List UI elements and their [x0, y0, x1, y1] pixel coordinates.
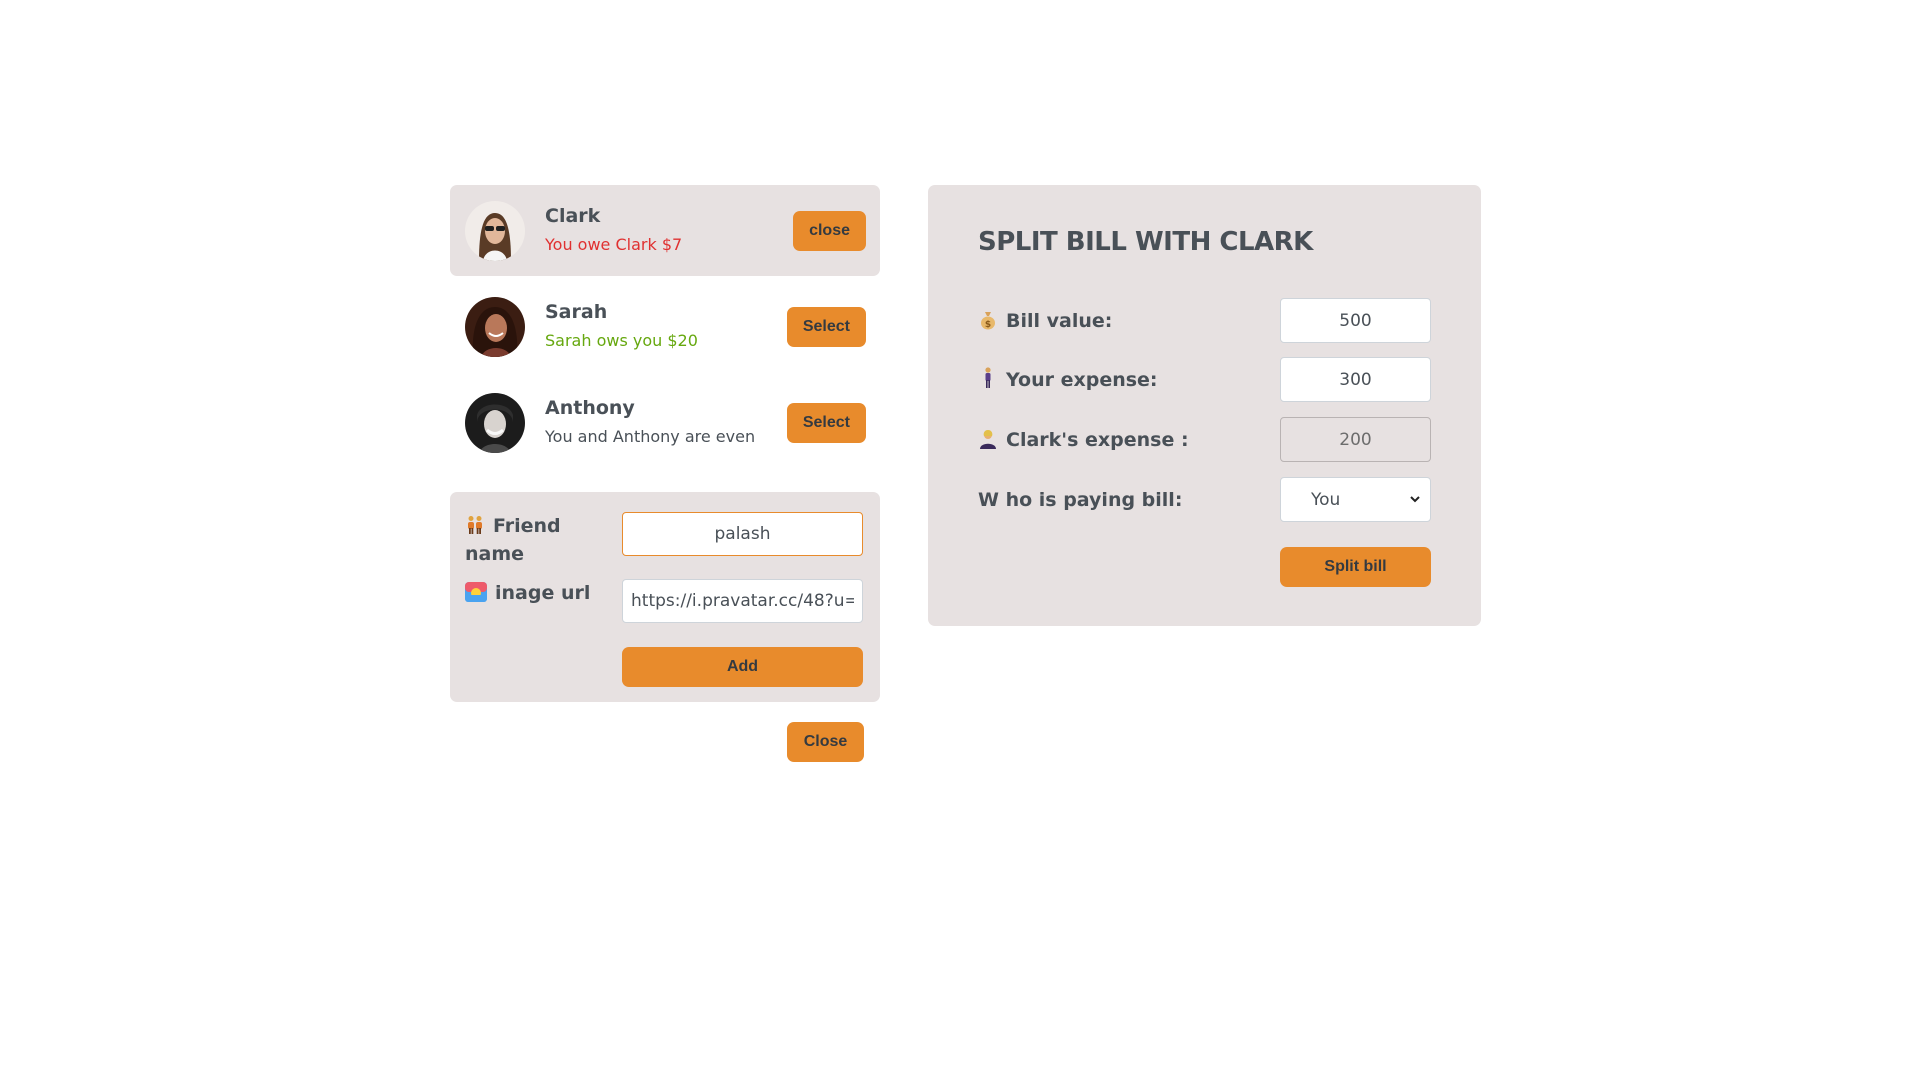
friend-item-sarah: Sarah Sarah ows you $20 Select	[450, 281, 880, 372]
split-title: SPLIT BILL WITH CLARK	[978, 227, 1313, 257]
image-url-label-text: inage url	[495, 582, 591, 604]
your-expense-label: Your expense:	[978, 366, 1158, 394]
avatar-sarah	[465, 296, 525, 357]
split-bill-button[interactable]: Split bill	[1280, 547, 1431, 587]
friend-balance: You owe Clark $7	[545, 235, 683, 254]
friend-name: Clark	[545, 205, 601, 227]
friend-name-input[interactable]	[622, 512, 863, 556]
image-url-input[interactable]	[622, 579, 863, 623]
your-expense-label-text: Your expense:	[1006, 369, 1158, 391]
friend-name-label: Friend name	[465, 512, 615, 568]
money-bag-icon: $	[978, 310, 998, 330]
add-friend-form: Friend name inage url Add	[450, 492, 880, 702]
picture-icon	[465, 582, 487, 602]
close-form-button[interactable]: Close	[787, 722, 864, 762]
bill-value-input[interactable]	[1280, 298, 1431, 343]
friend-balance: You and Anthony are even	[545, 427, 756, 446]
image-url-label: inage url	[465, 579, 590, 607]
select-friend-button[interactable]: Select	[786, 306, 866, 347]
friend-expense-label-text: Clark's expense :	[1006, 429, 1189, 451]
bill-value-label: $ Bill value:	[978, 307, 1112, 335]
close-friend-button[interactable]: close	[793, 210, 866, 251]
friend-item-clark: Clark You owe Clark $7 close	[450, 185, 880, 276]
split-bill-form: SPLIT BILL WITH CLARK $ Bill value: Your	[928, 185, 1481, 626]
friend-expense-input	[1280, 417, 1431, 462]
person-icon	[978, 429, 998, 449]
svg-text:$: $	[985, 320, 991, 330]
your-expense-input[interactable]	[1280, 357, 1431, 402]
add-friend-button[interactable]: Add	[622, 647, 863, 687]
payer-label: W ho is paying bill:	[978, 489, 1183, 511]
friend-expense-label: Clark's expense :	[978, 426, 1189, 454]
payer-select-wrap: You	[1280, 477, 1431, 522]
avatar-anthony	[465, 392, 525, 453]
app: Clark You owe Clark $7 close Sarah Sarah…	[0, 0, 1920, 1080]
avatar-clark	[465, 200, 525, 261]
payer-select[interactable]: You	[1280, 477, 1431, 522]
friends-list: Clark You owe Clark $7 close Sarah Sarah…	[450, 185, 880, 473]
select-friend-button[interactable]: Select	[786, 402, 866, 443]
people-holding-hands-icon	[465, 515, 485, 535]
bill-value-label-text: Bill value:	[1006, 310, 1113, 332]
friend-balance: Sarah ows you $20	[545, 331, 698, 350]
friend-name: Sarah	[545, 301, 608, 323]
friend-name: Anthony	[545, 397, 635, 419]
friend-item-anthony: Anthony You and Anthony are even Select	[450, 377, 880, 468]
person-standing-icon	[978, 367, 998, 389]
